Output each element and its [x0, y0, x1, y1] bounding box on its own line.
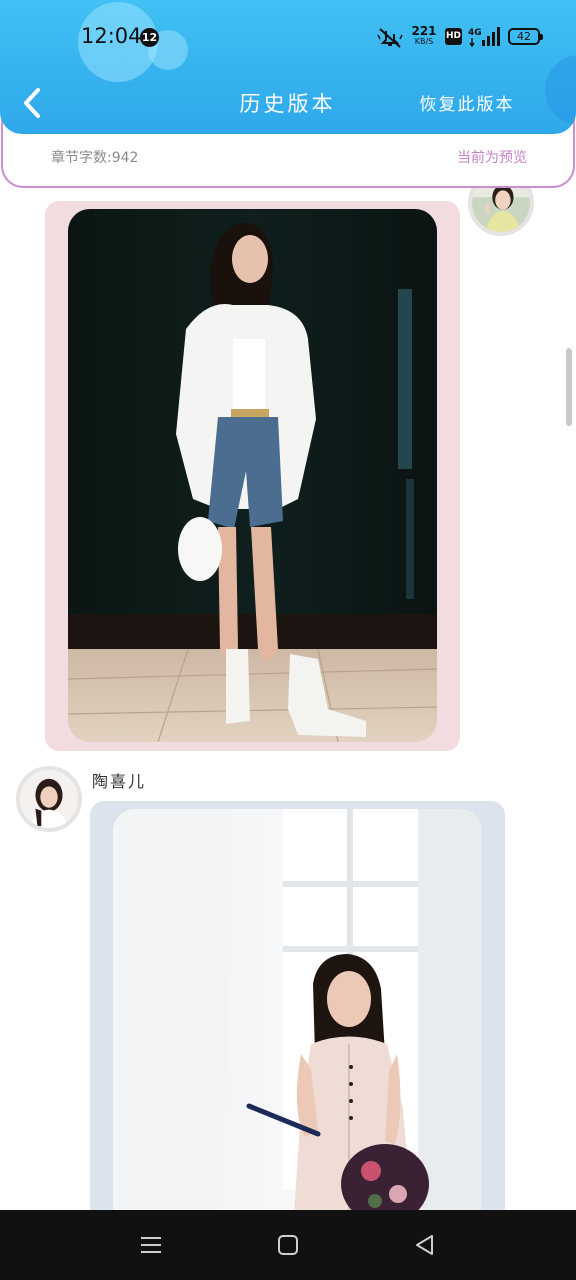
message-photo[interactable] — [113, 809, 482, 1229]
hd-voice-badge: HD — [445, 28, 462, 45]
sender-name: 陶喜儿 — [92, 772, 147, 791]
chapter-word-count: 章节字数:942 — [51, 150, 139, 166]
sender-avatar[interactable] — [16, 766, 82, 832]
page-title: 历史版本 — [239, 92, 336, 116]
back-triangle-icon[interactable] — [412, 1232, 438, 1258]
message-photo[interactable] — [68, 209, 437, 742]
status-time: 12:04 — [81, 24, 142, 48]
network-speed: 221 KB/S — [411, 25, 437, 46]
system-nav-bar — [0, 1210, 576, 1280]
header: 12:04 12 221 KB/S HD 4G 42 历史版本 恢复此版本 — [0, 0, 576, 134]
app-screen: 12:04 12 221 KB/S HD 4G 42 历史版本 恢复此版本 章节… — [0, 0, 576, 1280]
preview-status-label: 当前为预览 — [457, 150, 527, 166]
signal-4g-icon: 4G — [468, 27, 500, 47]
battery-indicator: 42 — [508, 28, 543, 45]
menu-icon[interactable] — [138, 1232, 164, 1258]
back-chevron-icon[interactable] — [14, 82, 50, 124]
network-speed-value: 221 — [411, 24, 437, 38]
photo-image — [113, 809, 482, 1229]
notification-count-badge: 12 — [140, 28, 159, 47]
restore-version-button[interactable]: 恢复此版本 — [408, 90, 526, 115]
nav-bar: 历史版本 恢复此版本 — [0, 74, 576, 134]
svg-text:4G: 4G — [468, 28, 482, 38]
message-image-card[interactable] — [45, 201, 460, 751]
mute-vibrate-icon — [377, 28, 403, 48]
avatar-photo — [20, 770, 78, 828]
home-square-icon[interactable] — [275, 1232, 301, 1258]
scrollbar-thumb[interactable] — [566, 348, 572, 426]
photo-image — [68, 209, 437, 742]
network-speed-unit: KB/S — [414, 37, 434, 46]
status-bar: 12:04 12 221 KB/S HD 4G 42 — [0, 0, 576, 74]
message-image-card[interactable] — [90, 801, 505, 1229]
